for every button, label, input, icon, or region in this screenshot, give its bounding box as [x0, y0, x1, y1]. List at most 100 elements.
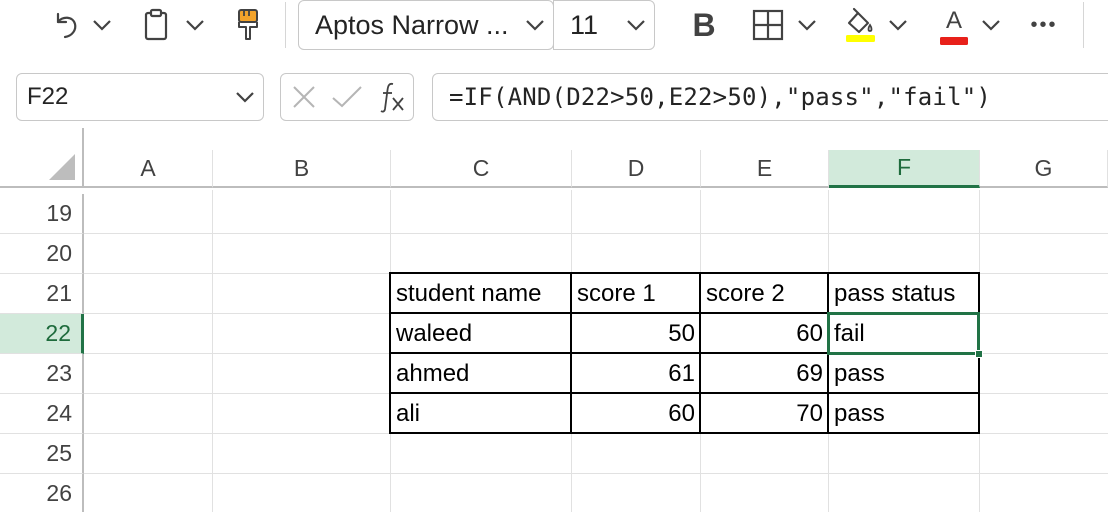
checkmark-icon [332, 86, 362, 108]
cell-f22[interactable]: fail [829, 314, 979, 354]
row-header-label: 20 [46, 240, 72, 266]
font-name-dropdown[interactable]: Aptos Narrow ... [298, 0, 554, 50]
cell-f21[interactable]: pass status [829, 274, 979, 314]
cell-c23[interactable]: ahmed [391, 354, 571, 394]
select-all-icon [49, 154, 75, 180]
cell-c24[interactable]: ali [391, 394, 571, 434]
more-icon: ••• [1030, 13, 1058, 36]
row-header-22[interactable]: 22 [0, 314, 84, 354]
undo-button[interactable] [46, 2, 86, 48]
formula-controls [280, 73, 414, 121]
column-header-label: A [140, 154, 156, 181]
toolbar-separator [285, 2, 286, 48]
more-options-button[interactable]: ••• [1022, 2, 1066, 48]
gridline [84, 473, 1108, 474]
gridline [212, 190, 213, 512]
font-size-dropdown[interactable]: 11 [553, 0, 655, 50]
chevron-down-icon [526, 20, 544, 31]
column-header-label: C [472, 154, 490, 181]
format-painter-button[interactable] [228, 2, 268, 48]
row-header-19[interactable]: 19 [0, 194, 84, 234]
chevron-down-icon [982, 20, 1000, 31]
table-border [389, 272, 391, 434]
bold-icon: B [692, 6, 716, 43]
name-box-value: F22 [27, 83, 69, 110]
row-header-label: 25 [46, 440, 72, 466]
cell-c22[interactable]: waleed [391, 314, 571, 354]
paste-dropdown[interactable] [183, 2, 207, 48]
column-header-label: F [896, 154, 912, 180]
row-header-label: 24 [46, 400, 72, 426]
cell-f24[interactable]: pass [829, 394, 979, 434]
row-header-label: 26 [46, 480, 72, 506]
borders-dropdown[interactable] [795, 2, 819, 48]
bold-button[interactable]: B [684, 2, 724, 48]
cell-e23[interactable]: 69 [701, 354, 828, 394]
name-box[interactable]: F22 [16, 73, 264, 121]
cell-d22[interactable]: 50 [572, 314, 700, 354]
row-header-23[interactable]: 23 [0, 354, 84, 394]
column-header-c[interactable]: C [391, 150, 572, 188]
fill-color-dropdown[interactable] [886, 2, 910, 48]
chevron-down-icon [627, 20, 645, 31]
font-color-dropdown[interactable] [979, 2, 1003, 48]
cell-d23[interactable]: 61 [572, 354, 700, 394]
font-color-button[interactable]: A [934, 2, 974, 48]
fill-handle[interactable] [975, 350, 983, 358]
font-name-value: Aptos Narrow ... [315, 9, 509, 40]
cell-c21[interactable]: student name [391, 274, 571, 314]
table-border [389, 312, 980, 314]
row-header-26[interactable]: 26 [0, 474, 84, 512]
chevron-down-icon [93, 20, 111, 31]
column-header-label: G [1034, 154, 1053, 181]
undo-dropdown[interactable] [90, 2, 114, 48]
row-header-20[interactable]: 20 [0, 234, 84, 274]
chevron-down-icon [798, 20, 816, 31]
cancel-button[interactable] [291, 84, 317, 115]
column-header-a[interactable]: A [84, 150, 213, 188]
cell-f23[interactable]: pass [829, 354, 979, 394]
cell-d21[interactable]: score 1 [572, 274, 700, 314]
font-color-icon: A [945, 7, 962, 34]
gridline [84, 233, 1108, 234]
column-header-e[interactable]: E [701, 150, 829, 188]
insert-function-button[interactable] [379, 80, 407, 119]
formula-input[interactable]: =IF(AND(D22>50,E22>50),"pass","fail") [432, 73, 1108, 121]
row-header-label: 19 [46, 200, 72, 226]
cell-e21[interactable]: score 2 [701, 274, 828, 314]
table-border [827, 272, 829, 434]
table-border [389, 432, 980, 434]
column-header-label: E [756, 154, 773, 181]
row-header-label: 21 [46, 280, 72, 306]
function-icon [380, 82, 404, 113]
row-header-label: 23 [46, 360, 72, 386]
fill-color-button[interactable] [840, 2, 880, 48]
borders-button[interactable] [748, 2, 788, 48]
fill-color-swatch [846, 35, 875, 42]
cell-e24[interactable]: 70 [701, 394, 828, 434]
undo-icon [56, 12, 77, 39]
chevron-down-icon [889, 20, 907, 31]
cell-d24[interactable]: 60 [572, 394, 700, 434]
ribbon-toolbar: Aptos Narrow ... 11 B A ••• [0, 0, 1108, 62]
row-header-25[interactable]: 25 [0, 434, 84, 474]
borders-icon [752, 9, 784, 41]
font-color-swatch [940, 37, 968, 45]
paste-button[interactable] [136, 2, 176, 48]
column-header-b[interactable]: B [213, 150, 391, 188]
spreadsheet-grid[interactable]: A B C D E F G 19 20 21 22 23 24 25 26 st… [0, 128, 1108, 512]
close-icon [293, 86, 315, 108]
column-header-d[interactable]: D [572, 150, 701, 188]
enter-button[interactable] [331, 84, 363, 115]
chevron-down-icon [186, 20, 204, 31]
column-header-f[interactable]: F [829, 150, 980, 188]
column-header-label: D [627, 154, 645, 181]
column-header-g[interactable]: G [980, 150, 1108, 188]
chevron-down-icon [236, 92, 254, 103]
row-header-21[interactable]: 21 [0, 274, 84, 314]
row-header-24[interactable]: 24 [0, 394, 84, 434]
select-all-button[interactable] [0, 128, 84, 188]
cell-e22[interactable]: 60 [701, 314, 828, 354]
toolbar-separator [1083, 2, 1084, 48]
paint-bucket-icon [846, 7, 875, 42]
